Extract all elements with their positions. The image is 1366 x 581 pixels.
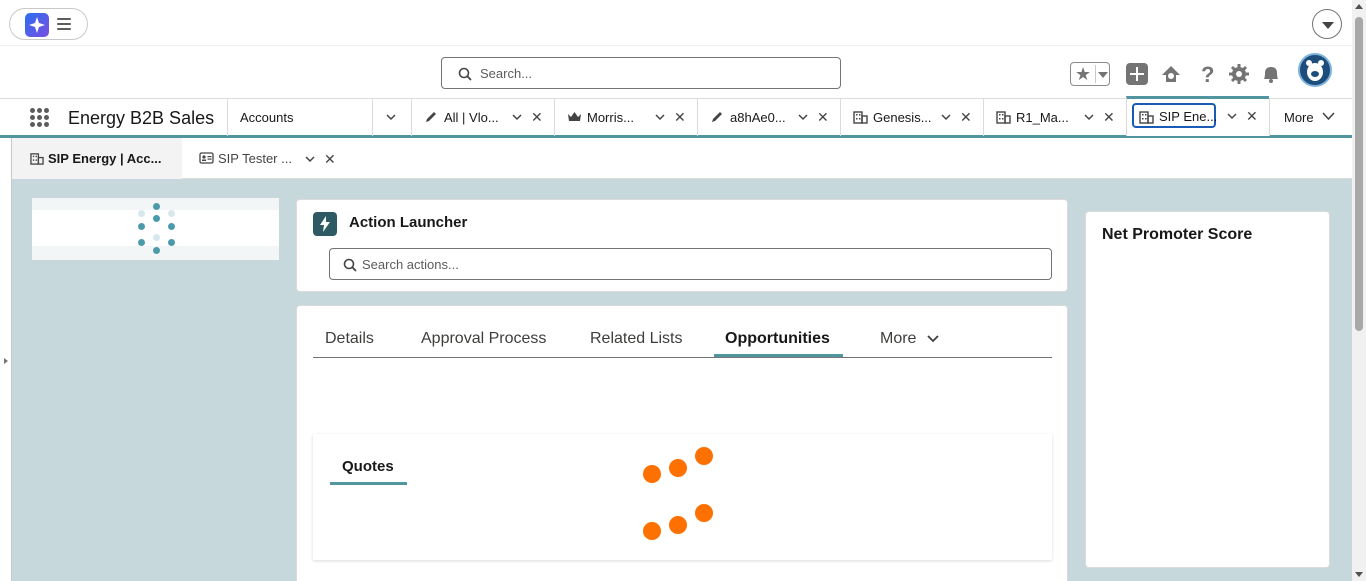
quotes-tab-label[interactable]: Quotes (342, 458, 394, 475)
app-launcher-icon[interactable] (30, 108, 50, 128)
nav-tab-all-vlo[interactable]: All | Vlo... ✕ (411, 99, 554, 136)
hamburger-menu-icon[interactable] (57, 18, 71, 30)
record-tabset: Details Approval Process Related Lists O… (313, 324, 1052, 358)
close-icon[interactable]: ✕ (674, 110, 686, 124)
subtab-sip-tester[interactable]: SIP Tester ... ✕ (194, 138, 344, 179)
notifications-bell-icon[interactable] (1260, 63, 1282, 85)
building-icon (996, 111, 1011, 124)
chevron-down-icon[interactable] (941, 112, 951, 122)
help-icon[interactable]: ? (1196, 63, 1218, 85)
net-promoter-score-card: Net Promoter Score (1085, 211, 1330, 568)
quotes-tab-indicator (330, 482, 407, 485)
tab-details[interactable]: Details (325, 330, 374, 348)
lightning-bolt-icon (313, 212, 337, 236)
chevron-down-icon[interactable] (1098, 72, 1108, 78)
tab-opportunities[interactable]: Opportunities (725, 330, 830, 348)
active-tab-indicator (714, 354, 843, 357)
global-header: ★ ? (0, 46, 1352, 98)
gear-icon[interactable] (1228, 63, 1250, 85)
crown-icon (568, 112, 581, 121)
close-icon[interactable]: ✕ (817, 110, 829, 124)
favorites-button[interactable]: ★ (1070, 62, 1110, 86)
search-icon (458, 67, 472, 81)
tab-related-lists[interactable]: Related Lists (590, 330, 683, 348)
action-launcher-card: Action Launcher (296, 199, 1068, 292)
page-scrollbar[interactable] (1352, 0, 1366, 581)
tab-more-label: More (880, 330, 917, 347)
nav-tab-r1-ma[interactable]: R1_Ma... ✕ (983, 99, 1126, 136)
subtab-label: SIP Energy | Acc... (48, 151, 162, 166)
contact-card-icon (199, 152, 214, 164)
nps-title: Net Promoter Score (1102, 226, 1253, 243)
chevron-down-icon[interactable] (512, 112, 522, 122)
chevron-down-icon[interactable] (1084, 112, 1094, 122)
nav-tab-label: Accounts (240, 110, 294, 125)
close-icon[interactable]: ✕ (960, 110, 972, 124)
top-strip (0, 0, 1352, 46)
scrollbar-thumb[interactable] (1355, 17, 1363, 331)
tab-approval-process[interactable]: Approval Process (421, 330, 546, 348)
svg-text:?: ? (1201, 63, 1214, 85)
nav-tab-label: a8hAe0... (730, 110, 786, 125)
nav-tab-morris[interactable]: Morris... ✕ (554, 99, 697, 136)
nav-more-button[interactable]: More (1269, 99, 1352, 136)
close-icon[interactable]: ✕ (324, 152, 336, 166)
action-search-box[interactable] (329, 248, 1052, 280)
tab-more[interactable]: More (880, 330, 939, 348)
global-search-input[interactable] (480, 63, 820, 83)
chevron-down-icon[interactable] (798, 112, 808, 122)
scroll-down-arrow-icon[interactable] (1355, 572, 1363, 577)
agent-menu-pill[interactable] (9, 8, 88, 40)
nav-tab-genesis[interactable]: Genesis... ✕ (840, 99, 983, 136)
highlights-panel-loading (32, 198, 279, 260)
subtab-label: SIP Tester ... (218, 151, 292, 166)
search-icon (343, 258, 357, 272)
sparkle-icon[interactable] (25, 13, 49, 37)
quotes-related-list: Quotes (313, 434, 1052, 560)
star-icon: ★ (1075, 64, 1092, 84)
nav-tab-label: R1_Ma... (1016, 110, 1069, 125)
trailhead-guidance-icon[interactable] (1160, 63, 1182, 85)
building-icon (853, 111, 868, 124)
avatar[interactable] (1298, 53, 1332, 87)
sidebar-collapse-handle[interactable] (0, 138, 12, 581)
nav-tab-label: Morris... (587, 110, 634, 125)
workspace-subtabs: SIP Energy | Acc... SIP Tester ... ✕ (12, 138, 1352, 179)
close-icon[interactable]: ✕ (1103, 110, 1115, 124)
chevron-down-icon[interactable] (305, 154, 315, 164)
action-launcher-title: Action Launcher (349, 214, 468, 231)
close-icon[interactable]: ✕ (531, 110, 543, 124)
chevron-down-icon (927, 335, 939, 343)
nav-more-label: More (1284, 110, 1314, 125)
subtab-sip-energy-account[interactable]: SIP Energy | Acc... (12, 138, 182, 179)
scroll-up-arrow-icon[interactable] (1355, 4, 1363, 9)
nav-tab-label: Genesis... (873, 110, 932, 125)
building-icon (30, 153, 44, 165)
chevron-down-icon (1322, 112, 1335, 121)
nav-tab-label: SIP Ene... (1159, 109, 1218, 124)
nav-tab-a8hae0[interactable]: a8hAe0... ✕ (697, 99, 840, 136)
close-icon[interactable]: ✕ (1246, 109, 1258, 123)
chevron-down-icon[interactable] (386, 112, 396, 122)
action-search-input[interactable] (362, 255, 1022, 273)
profile-dropdown-button[interactable] (1312, 9, 1342, 39)
building-icon (1139, 111, 1154, 124)
navigation-bar: Energy B2B Sales Accounts All | Vlo... ✕… (0, 96, 1352, 138)
global-actions-add-icon[interactable] (1126, 63, 1148, 85)
app-name: Energy B2B Sales (68, 108, 215, 128)
nav-tab-label: All | Vlo... (444, 110, 499, 125)
nav-tab-sip-energy[interactable]: SIP Ene... ✕ (1126, 96, 1269, 136)
pencil-icon (712, 112, 722, 122)
pencil-icon (426, 112, 436, 122)
user-avatar-icon (1306, 60, 1324, 81)
chevron-down-icon[interactable] (1227, 111, 1237, 121)
record-tabs-card: Details Approval Process Related Lists O… (296, 305, 1068, 581)
global-search[interactable] (441, 57, 841, 89)
nav-tab-accounts[interactable]: Accounts (227, 99, 411, 136)
chevron-down-icon[interactable] (655, 112, 665, 122)
